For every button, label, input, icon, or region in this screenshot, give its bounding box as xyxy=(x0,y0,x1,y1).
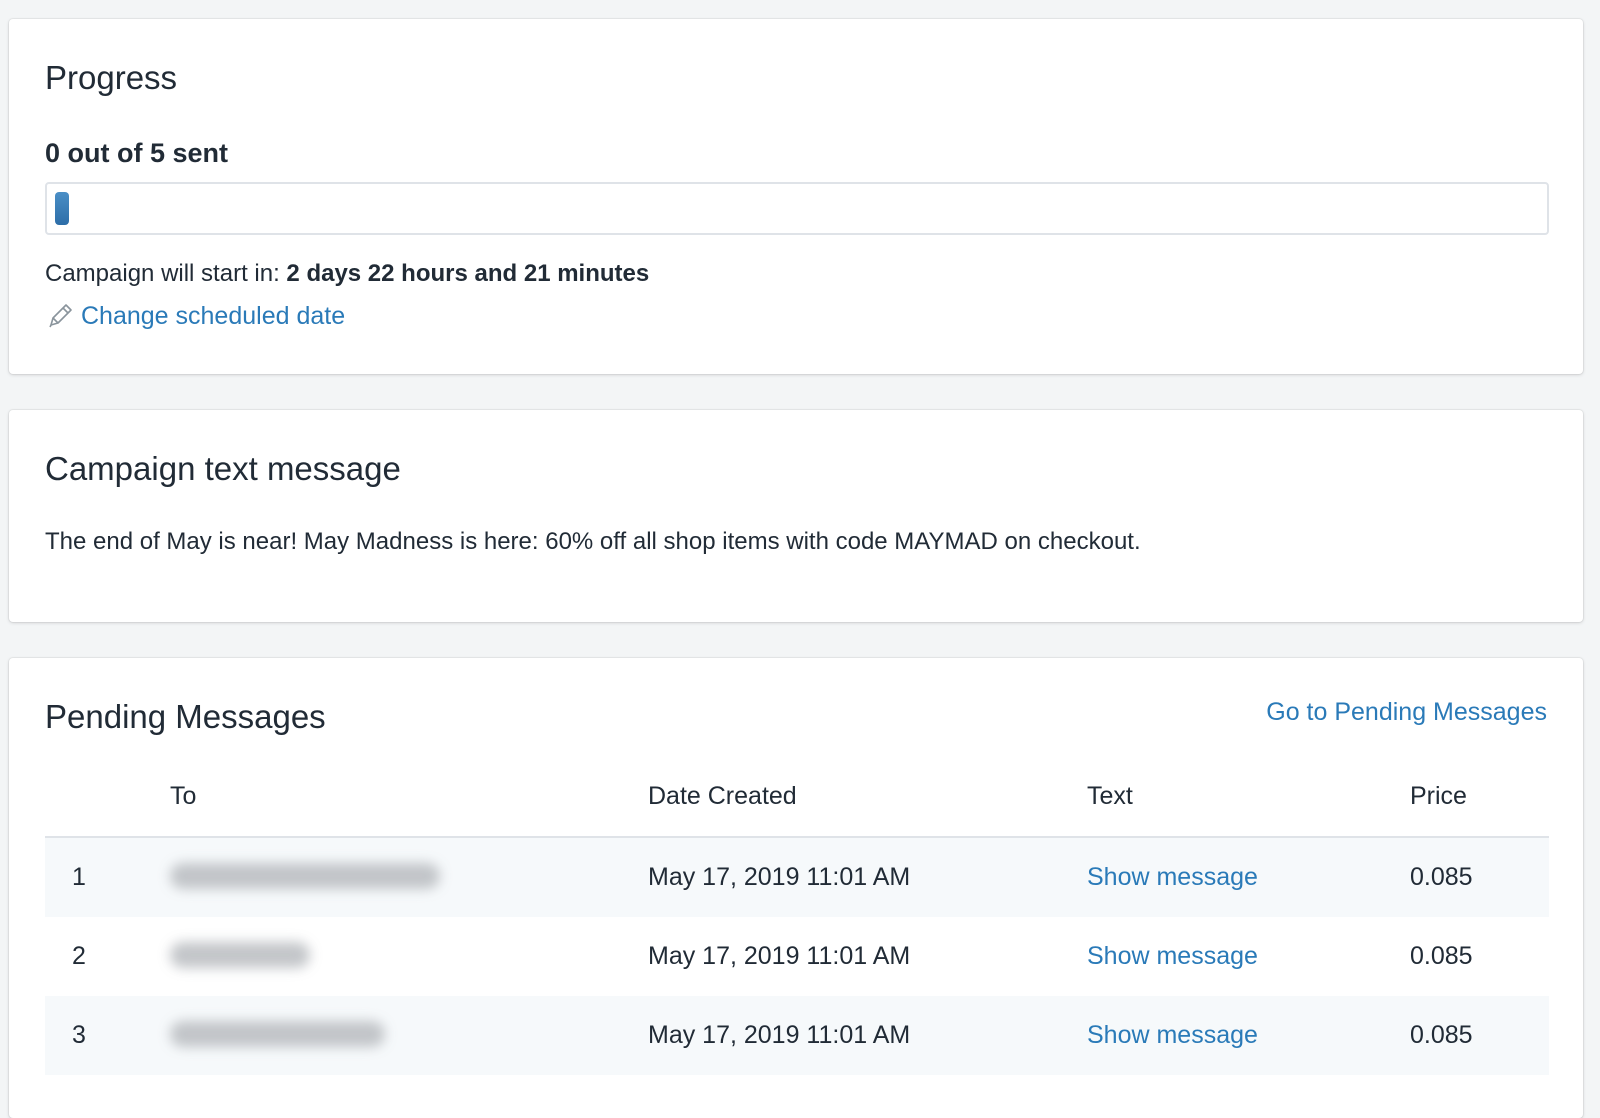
change-scheduled-date-link[interactable]: Change scheduled date xyxy=(45,301,345,331)
row-date-created: May 17, 2019 11:01 AM xyxy=(648,942,911,970)
row-date-created: May 17, 2019 11:01 AM xyxy=(648,863,911,891)
pending-messages-table: To Date Created Text Price 1 May 17, 201… xyxy=(45,770,1549,1075)
go-to-pending-messages-link[interactable]: Go to Pending Messages xyxy=(1266,700,1547,725)
row-price: 0.085 xyxy=(1410,863,1473,891)
column-header-price: Price xyxy=(1410,782,1467,810)
row-index: 2 xyxy=(72,942,86,970)
campaign-message-title: Campaign text message xyxy=(45,450,401,487)
campaign-start-value: 2 days 22 hours and 21 minutes xyxy=(286,260,650,287)
table-row: 1 May 17, 2019 11:01 AM Show message 0.0… xyxy=(45,838,1549,917)
pending-messages-card: Pending Messages Go to Pending Messages … xyxy=(9,658,1583,1118)
redacted-recipient xyxy=(170,863,440,889)
progress-bar-fill xyxy=(55,192,69,225)
progress-bar xyxy=(45,182,1549,235)
redacted-recipient xyxy=(170,942,310,968)
table-header: To Date Created Text Price xyxy=(45,770,1549,838)
campaign-start-countdown: Campaign will start in: 2 days 22 hours … xyxy=(45,262,649,286)
row-price: 0.085 xyxy=(1410,942,1473,970)
change-scheduled-date-label: Change scheduled date xyxy=(81,301,346,330)
table-row: 2 May 17, 2019 11:01 AM Show message 0.0… xyxy=(45,917,1549,996)
row-price: 0.085 xyxy=(1410,1021,1473,1049)
campaign-message-body: The end of May is near! May Madness is h… xyxy=(45,528,1141,555)
campaign-start-label: Campaign will start in: xyxy=(45,260,280,287)
pencil-icon xyxy=(49,304,72,328)
row-index: 3 xyxy=(72,1021,86,1049)
show-message-link[interactable]: Show message xyxy=(1087,944,1258,969)
show-message-link[interactable]: Show message xyxy=(1087,1023,1258,1048)
column-header-to: To xyxy=(170,782,197,810)
sent-count: 0 out of 5 sent xyxy=(45,138,229,168)
show-message-link[interactable]: Show message xyxy=(1087,865,1258,890)
row-index: 1 xyxy=(72,863,86,891)
column-header-date-created: Date Created xyxy=(648,782,797,810)
progress-card: Progress 0 out of 5 sent Campaign will s… xyxy=(9,19,1583,374)
row-date-created: May 17, 2019 11:01 AM xyxy=(648,1021,911,1049)
table-row: 3 May 17, 2019 11:01 AM Show message 0.0… xyxy=(45,996,1549,1075)
redacted-recipient xyxy=(170,1021,385,1047)
campaign-message-card: Campaign text message The end of May is … xyxy=(9,410,1583,622)
pending-messages-title: Pending Messages xyxy=(45,698,326,735)
progress-title: Progress xyxy=(45,59,178,96)
column-header-text: Text xyxy=(1087,782,1133,810)
